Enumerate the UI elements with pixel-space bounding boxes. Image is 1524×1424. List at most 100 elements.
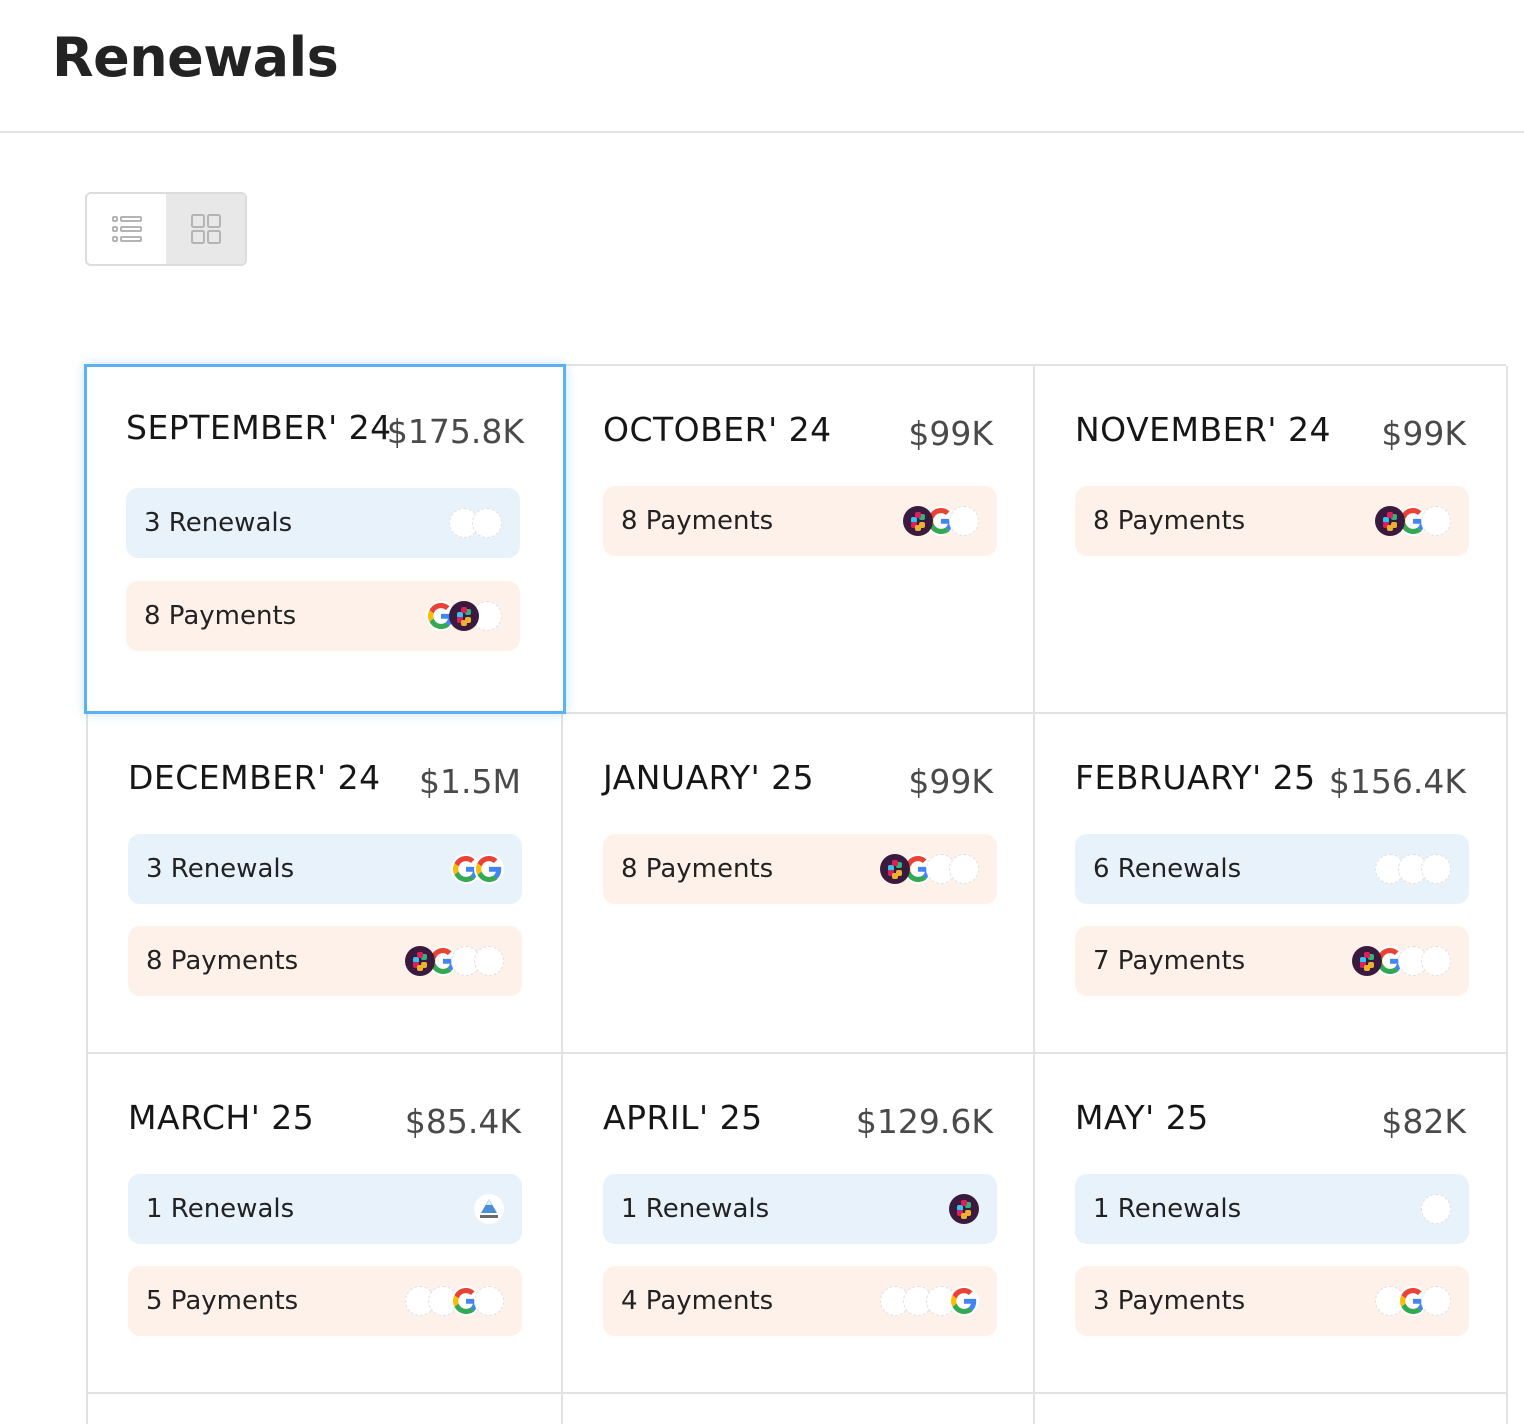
vendor-logos <box>1375 1286 1451 1316</box>
vendor-logos <box>451 854 504 884</box>
list-icon <box>111 216 142 242</box>
month-label: JANUARY' 25 <box>603 758 815 797</box>
slack-logo-icon <box>880 854 910 884</box>
payments-count-label: 3 Payments <box>1093 1286 1246 1316</box>
month-amount: $156.4K <box>1328 762 1466 801</box>
header-divider <box>0 131 1524 133</box>
company-logo-icon <box>1421 854 1451 884</box>
month-label: DECEMBER' 24 <box>128 758 381 797</box>
month-card[interactable]: JANUARY' 25 $99K 8 Payments <box>563 714 1033 1052</box>
payments-count-label: 8 Payments <box>146 946 299 976</box>
month-card[interactable]: DECEMBER' 24 $1.5M 3 Renewals 8 Payments <box>88 714 561 1052</box>
payments-count-label: 4 Payments <box>621 1286 774 1316</box>
month-amount: $99K <box>908 762 993 801</box>
payments-count-label: 8 Payments <box>621 506 774 536</box>
renewals-summary-pill[interactable]: 1 Renewals <box>1075 1174 1469 1244</box>
payments-count-label: 5 Payments <box>146 1286 299 1316</box>
slack-logo-icon <box>449 601 479 631</box>
month-card-header: NOVEMBER' 24 $99K <box>1075 410 1466 453</box>
payments-count-label: 8 Payments <box>621 854 774 884</box>
month-amount: $1.5M <box>419 762 521 801</box>
vendor-logos <box>1352 946 1451 976</box>
month-card-header: FEBRUARY' 25 $156.4K <box>1075 758 1466 801</box>
grid-divider <box>1506 366 1508 1424</box>
slack-logo-icon <box>903 506 933 536</box>
month-card[interactable]: APRIL' 25 $129.6K 1 Renewals 4 Payments <box>563 1054 1033 1392</box>
renewals-summary-pill[interactable]: 3 Renewals <box>128 834 522 904</box>
month-amount: $99K <box>908 414 993 453</box>
month-card[interactable]: FEBRUARY' 25 $156.4K 6 Renewals 7 Payments <box>1035 714 1506 1052</box>
month-card-header: DECEMBER' 24 $1.5M <box>128 758 521 801</box>
month-card[interactable]: SEPTEMBER' 24 $175.8K 3 Renewals 8 Payments <box>84 364 566 714</box>
month-label: NOVEMBER' 24 <box>1075 410 1331 449</box>
renewals-calendar-grid: SEPTEMBER' 24 $175.8K 3 Renewals 8 Payments… <box>84 364 1508 1424</box>
payments-summary-pill[interactable]: 3 Payments <box>1075 1266 1469 1336</box>
month-card-header: MAY' 25 $82K <box>1075 1098 1466 1141</box>
renewals-summary-pill[interactable]: 3 Renewals <box>126 488 520 558</box>
payments-summary-pill[interactable]: 8 Payments <box>603 834 997 904</box>
month-card-header: OCTOBER' 24 $99K <box>603 410 993 453</box>
month-label: OCTOBER' 24 <box>603 410 832 449</box>
month-card[interactable]: MARCH' 25 $85.4K 1 Renewals 5 Payments <box>88 1054 561 1392</box>
mountain-logo-icon <box>474 1194 504 1224</box>
company-logo-icon <box>474 946 504 976</box>
slack-logo-icon <box>1352 946 1382 976</box>
page-title: Renewals <box>52 26 339 89</box>
list-view-button[interactable] <box>87 194 166 264</box>
month-card[interactable]: OCTOBER' 24 $99K 8 Payments <box>563 366 1033 712</box>
renewals-count-label: 1 Renewals <box>1093 1194 1242 1224</box>
vendor-logos <box>1375 506 1451 536</box>
month-amount: $129.6K <box>855 1102 993 1141</box>
vendor-logos <box>426 601 502 631</box>
company-logo-icon <box>1421 1286 1451 1316</box>
vendor-logos <box>880 1286 979 1316</box>
payments-summary-pill[interactable]: 8 Payments <box>126 581 520 651</box>
vendor-logos <box>880 854 979 884</box>
payments-summary-pill[interactable]: 4 Payments <box>603 1266 997 1336</box>
payments-summary-pill[interactable]: 8 Payments <box>603 486 997 556</box>
payments-summary-pill[interactable]: 8 Payments <box>128 926 522 996</box>
month-label: APRIL' 25 <box>603 1098 763 1137</box>
month-card-header: JANUARY' 25 $99K <box>603 758 993 801</box>
company-logo-icon <box>474 1286 504 1316</box>
payments-count-label: 8 Payments <box>1093 506 1246 536</box>
payments-count-label: 8 Payments <box>144 601 297 631</box>
grid-view-button[interactable] <box>166 194 245 264</box>
month-label: MAY' 25 <box>1075 1098 1209 1137</box>
vendor-logos <box>1421 1194 1451 1224</box>
payments-summary-pill[interactable]: 5 Payments <box>128 1266 522 1336</box>
grid-icon <box>190 214 221 244</box>
renewals-count-label: 6 Renewals <box>1093 854 1242 884</box>
month-card-header: APRIL' 25 $129.6K <box>603 1098 993 1141</box>
renewals-summary-pill[interactable]: 6 Renewals <box>1075 834 1469 904</box>
renewals-count-label: 3 Renewals <box>146 854 295 884</box>
slack-logo-icon <box>405 946 435 976</box>
google-logo-icon <box>949 1286 979 1316</box>
renewals-count-label: 1 Renewals <box>146 1194 295 1224</box>
company-logo-icon <box>1421 1194 1451 1224</box>
renewals-summary-pill[interactable]: 1 Renewals <box>603 1174 997 1244</box>
company-logo-icon <box>949 854 979 884</box>
month-card[interactable]: NOVEMBER' 24 $99K 8 Payments <box>1035 366 1506 712</box>
month-label: MARCH' 25 <box>128 1098 315 1137</box>
view-toggle <box>85 192 247 266</box>
company-logo-icon <box>949 506 979 536</box>
vendor-logos <box>449 508 502 538</box>
month-label: FEBRUARY' 25 <box>1075 758 1316 797</box>
month-amount: $85.4K <box>404 1102 521 1141</box>
payments-summary-pill[interactable]: 8 Payments <box>1075 486 1469 556</box>
vendor-logos <box>405 946 504 976</box>
company-logo-icon <box>1421 506 1451 536</box>
month-card-header: SEPTEMBER' 24 $175.8K <box>126 408 524 451</box>
slack-logo-icon <box>949 1194 979 1224</box>
month-amount: $175.8K <box>386 412 524 451</box>
vendor-logos <box>903 506 979 536</box>
payments-summary-pill[interactable]: 7 Payments <box>1075 926 1469 996</box>
payments-count-label: 7 Payments <box>1093 946 1246 976</box>
month-card-header: MARCH' 25 $85.4K <box>128 1098 521 1141</box>
vendor-logos <box>474 1194 504 1224</box>
month-amount: $99K <box>1381 414 1466 453</box>
month-card[interactable]: MAY' 25 $82K 1 Renewals 3 Payments <box>1035 1054 1506 1392</box>
renewals-summary-pill[interactable]: 1 Renewals <box>128 1174 522 1244</box>
google-logo-icon <box>474 854 504 884</box>
